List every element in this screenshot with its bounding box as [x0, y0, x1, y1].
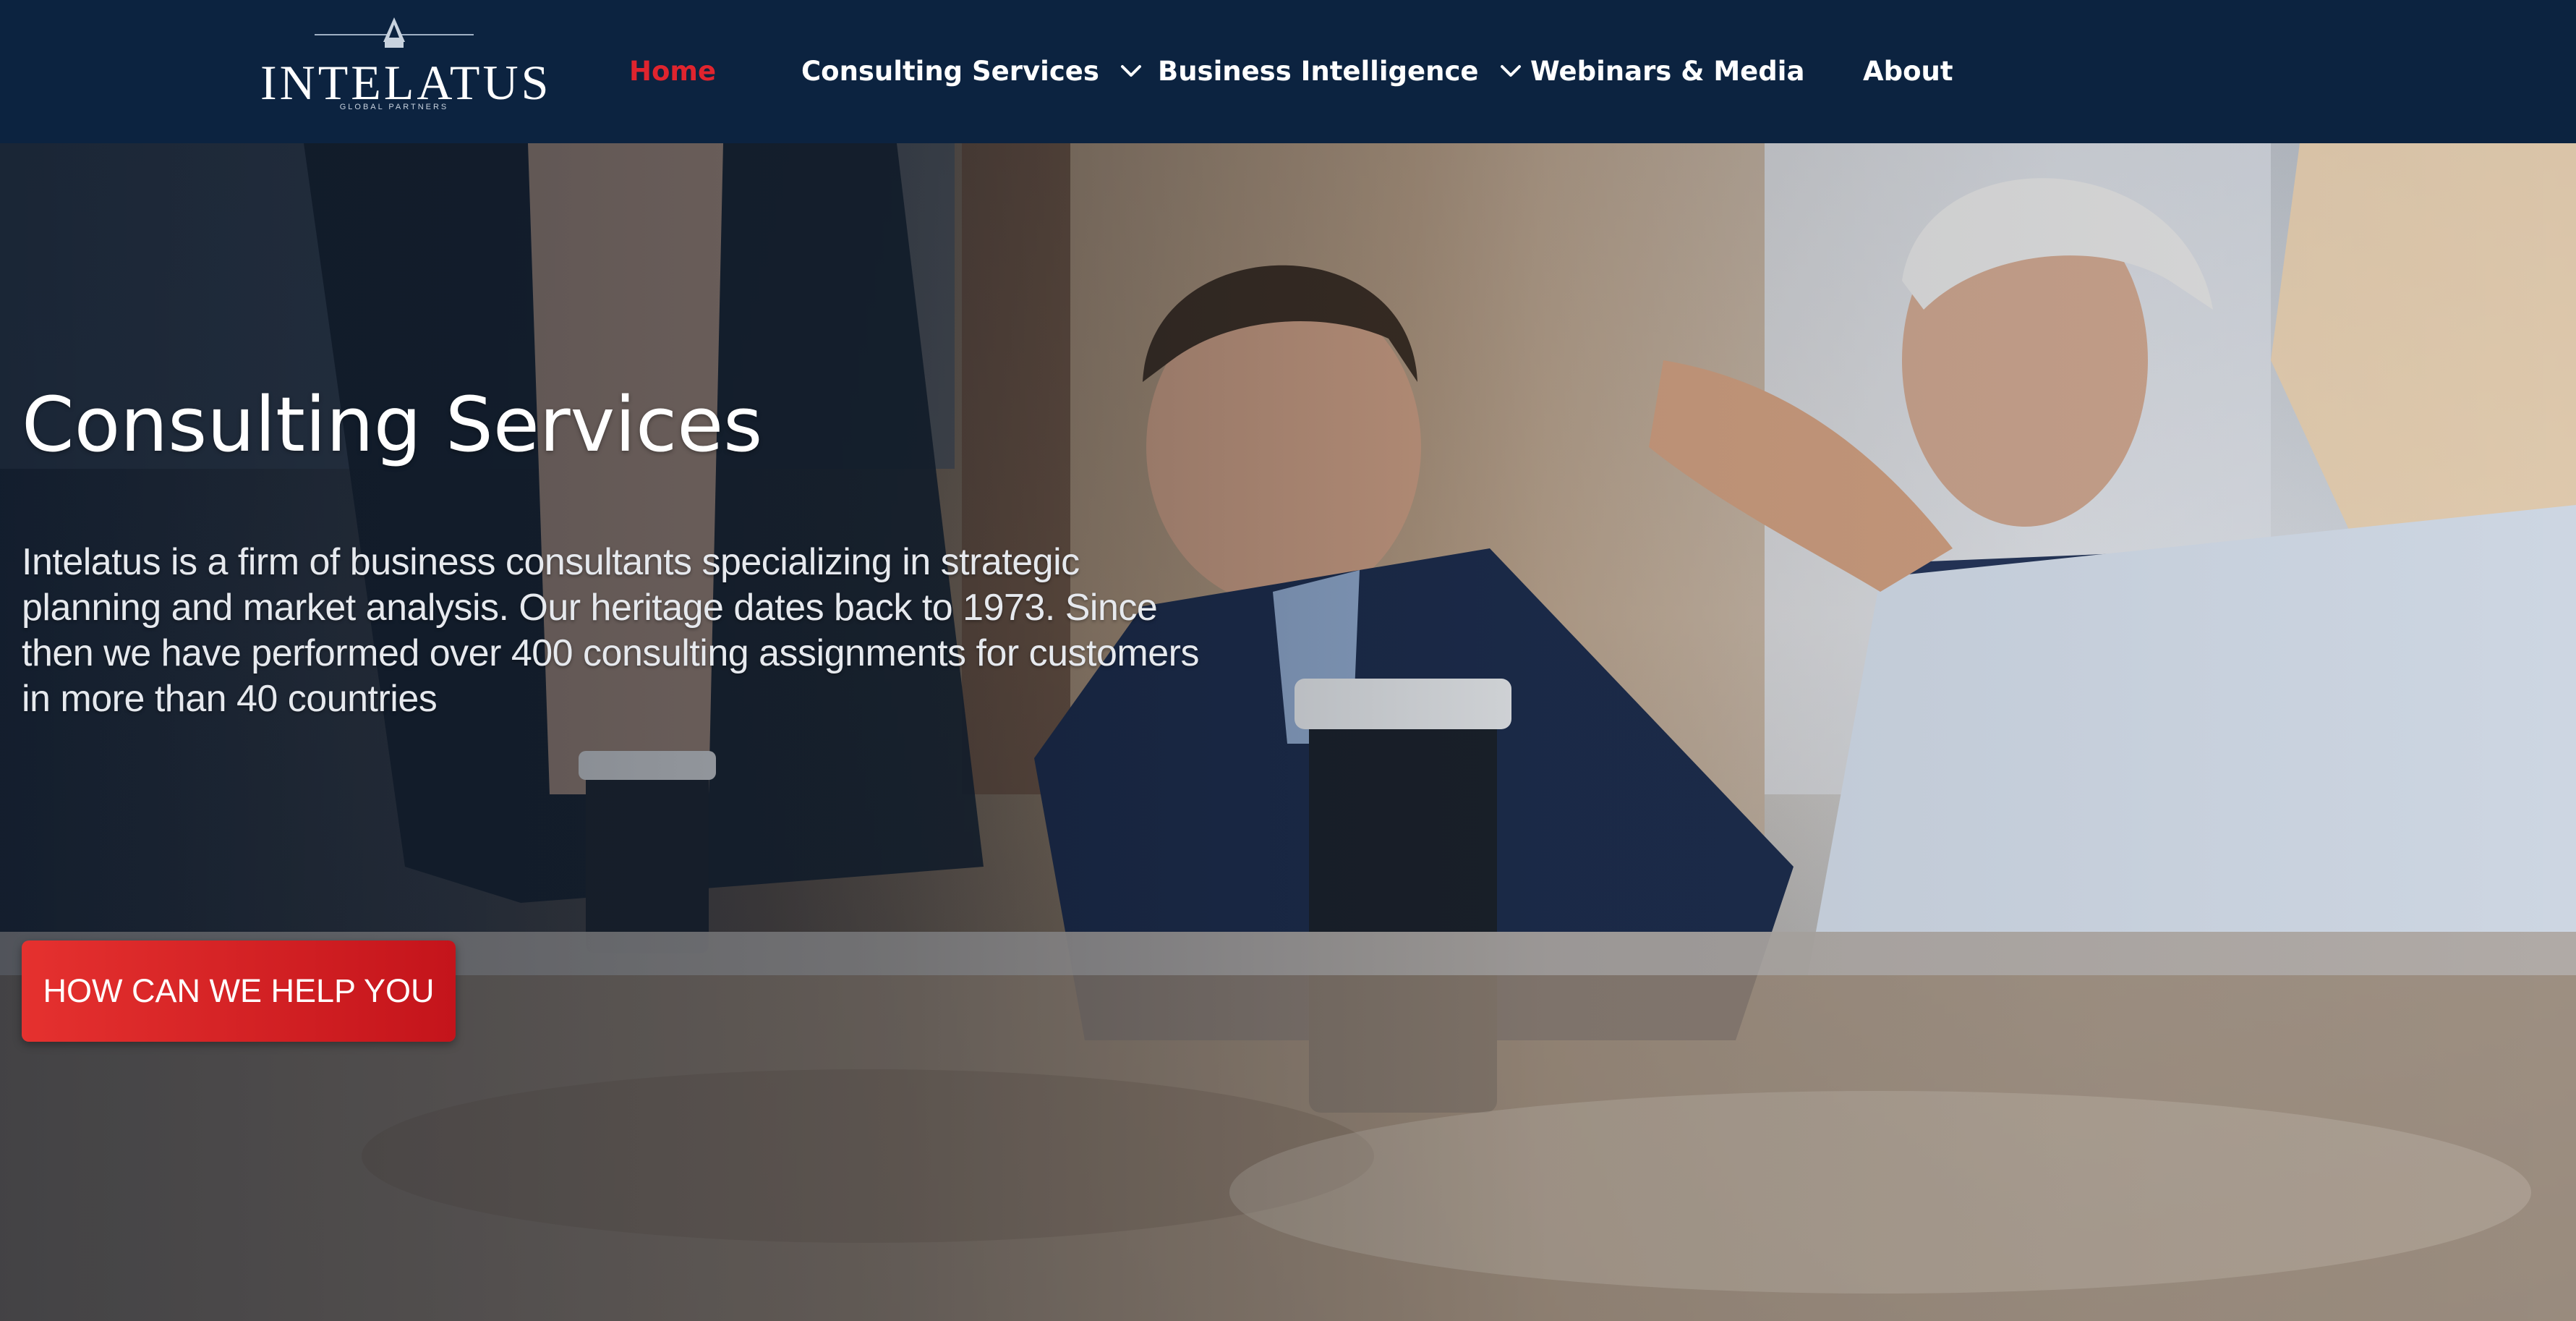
- hero-dark-overlay: [0, 143, 2576, 1321]
- nav-item-home[interactable]: Home: [629, 49, 716, 93]
- logo-wordmark: INTELATUS: [260, 55, 552, 110]
- hero-title: Consulting Services: [22, 381, 763, 469]
- hero-section: Consulting Services Intelatus is a firm …: [0, 143, 2576, 1321]
- chevron-down-icon: [1120, 65, 1141, 77]
- nav-item-webinars-media[interactable]: Webinars & Media: [1530, 49, 1804, 93]
- hero-description: Intelatus is a firm of business consulta…: [22, 541, 1199, 720]
- nav-item-label: Business Intelligence: [1158, 55, 1479, 87]
- how-can-we-help-button[interactable]: HOW CAN WE HELP YOU: [22, 940, 456, 1042]
- nav-item-about[interactable]: About: [1863, 49, 1953, 93]
- nav-item-label: About: [1863, 55, 1953, 87]
- nav-item-consulting-services[interactable]: Consulting Services: [801, 49, 1144, 93]
- top-navigation-bar: INTELATUS GLOBAL PARTNERS Home Consultin…: [0, 0, 2576, 143]
- nav-item-label: Consulting Services: [801, 55, 1099, 87]
- nav-item-label: Webinars & Media: [1530, 55, 1805, 87]
- chevron-down-icon: [1500, 65, 1521, 77]
- nav-item-business-intelligence[interactable]: Business Intelligence: [1158, 49, 1524, 93]
- logo-emblem-icon: [315, 17, 474, 48]
- intelatus-logo[interactable]: INTELATUS GLOBAL PARTNERS: [260, 13, 552, 119]
- logo-tagline: GLOBAL PARTNERS: [339, 103, 449, 111]
- nav-item-label: Home: [629, 55, 717, 87]
